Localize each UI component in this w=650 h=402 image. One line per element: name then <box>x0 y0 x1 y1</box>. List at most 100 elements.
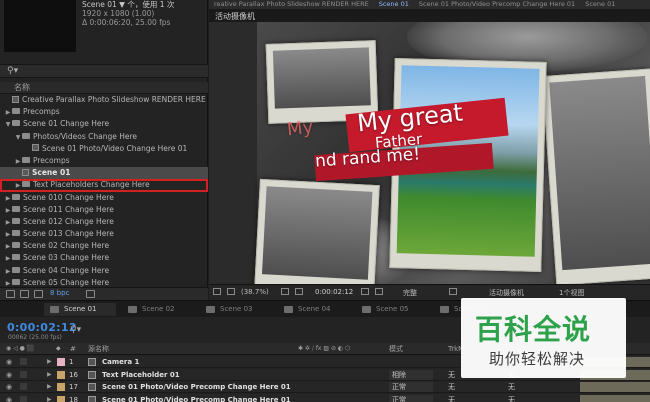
project-item[interactable]: ▶ Scene 02 Change Here <box>0 240 208 252</box>
grid-icon[interactable] <box>281 288 289 295</box>
timeline-tab[interactable]: Scene 04 <box>278 303 350 316</box>
resolution-menu[interactable]: 完整 <box>403 288 417 298</box>
project-item[interactable]: ▶ Scene 013 Change Here <box>0 228 208 240</box>
project-item-label: Scene 011 Change Here <box>23 204 114 214</box>
project-item[interactable]: ▶ Scene 04 Change Here <box>0 265 208 277</box>
layer-label-color[interactable] <box>57 383 65 391</box>
project-item[interactable]: ▶ Precomps <box>0 106 208 118</box>
timeline-search-icon[interactable]: ⚲▾ <box>70 325 81 335</box>
project-search-input[interactable]: ⚲▾ <box>0 64 208 78</box>
layer-label-color[interactable] <box>57 358 65 366</box>
project-item-label: Precomps <box>33 155 70 165</box>
lock-toggle[interactable] <box>20 383 27 390</box>
ghost-text: My <box>285 116 315 141</box>
project-item[interactable]: ▶ Scene 03 Change Here <box>0 252 208 264</box>
interpret-footage-icon[interactable] <box>6 290 15 298</box>
layer-name[interactable]: Scene 01 Photo/Video Precomp Change Here… <box>102 381 291 393</box>
new-folder-icon[interactable] <box>20 290 29 298</box>
project-item[interactable]: Creative Parallax Photo Slideshow RENDER… <box>0 94 208 106</box>
snapshot-icon[interactable] <box>361 288 369 295</box>
folder-icon <box>12 120 20 127</box>
track-matte-dropdown[interactable]: 无 <box>448 394 468 402</box>
lock-toggle[interactable] <box>20 370 27 378</box>
layer-label-color[interactable] <box>57 370 65 379</box>
trash-icon[interactable] <box>86 290 95 298</box>
layer-row[interactable]: ◉ ▶ 17 Scene 01 Photo/Video Precomp Change … <box>0 381 650 393</box>
view-layout-menu[interactable]: 1个视图 <box>559 288 584 298</box>
layer-expand-icon[interactable]: ▶ <box>47 381 52 393</box>
comp-frame[interactable]: My My great Father nd rand me! <box>254 22 650 284</box>
switches-icon: ✱ ✲ ⧸ fx ▨ ⊘ ◐ ⬡ <box>298 345 351 352</box>
visibility-eye-icon[interactable]: ◉ <box>6 356 12 368</box>
layer-number: 1 <box>69 358 74 366</box>
timeline-tab[interactable]: Scene 01 <box>44 303 116 316</box>
layer-name[interactable]: Text Placeholder 01 <box>102 369 180 381</box>
project-item[interactable]: ▶ Scene 010 Change Here <box>0 192 208 204</box>
new-comp-icon[interactable] <box>34 290 43 298</box>
project-item[interactable]: ▶ Scene 012 Change Here <box>0 216 208 228</box>
project-footer: 8 bpc <box>0 287 208 300</box>
project-item-label: Scene 02 Change Here <box>23 241 110 251</box>
fast-preview-icon[interactable] <box>449 288 457 295</box>
parent-dropdown[interactable]: 无 <box>508 394 515 402</box>
project-item-label: Scene 03 Change Here <box>23 253 110 263</box>
project-item[interactable]: ▶ Scene 011 Change Here <box>0 204 208 216</box>
track-matte-dropdown[interactable]: 无 <box>448 381 468 393</box>
layer-expand-icon[interactable]: ▶ <box>47 394 52 402</box>
column-number[interactable]: # <box>70 343 76 355</box>
visibility-eye-icon[interactable]: ◉ <box>6 394 12 402</box>
viewer-timecode[interactable]: 0:00:02:12 <box>315 288 353 296</box>
channel-icon[interactable] <box>375 288 383 295</box>
layer-row[interactable]: ◉ ▶ 18 Scene 01 Photo/Video Precomp Change … <box>0 393 650 402</box>
timeline-tab-label: Scene 05 <box>376 305 409 313</box>
lock-toggle[interactable] <box>20 358 27 365</box>
active-camera-label: 活动摄像机 <box>215 12 255 21</box>
zoom-menu[interactable]: (38.7%) <box>241 288 269 296</box>
region-icon[interactable] <box>295 288 303 295</box>
project-item[interactable]: Scene 01 Photo/Video Change Here 01 <box>0 143 208 155</box>
preview-icon[interactable] <box>213 288 221 295</box>
current-time[interactable]: 0:00:02:12 <box>7 321 77 334</box>
project-column-name[interactable]: 名称 <box>0 82 208 94</box>
column-mode[interactable]: 模式 <box>389 343 403 355</box>
folder-icon <box>12 217 20 224</box>
viewer-tab[interactable]: reative Parallax Photo Slideshow RENDER … <box>209 0 374 8</box>
project-item-label: Scene 012 Change Here <box>23 216 114 226</box>
project-item[interactable]: Scene 01 <box>0 167 208 180</box>
project-item[interactable]: ▼ Photos/Videos Change Here <box>0 131 208 143</box>
timeline-tab[interactable]: Scene 05 <box>356 303 428 316</box>
visibility-eye-icon[interactable]: ◉ <box>6 369 12 381</box>
viewer-tab[interactable]: Scene 01 <box>580 0 620 8</box>
layer-name[interactable]: Scene 01 Photo/Video Precomp Change Here… <box>102 394 291 402</box>
blend-mode-dropdown[interactable]: 正常 <box>389 394 433 402</box>
blend-mode-dropdown[interactable]: 相除 <box>389 369 433 380</box>
camera-menu[interactable]: 活动摄像机 <box>489 288 524 298</box>
bit-depth-button[interactable]: 8 bpc <box>50 289 69 297</box>
timeline-tab[interactable]: Scene 03 <box>200 303 272 316</box>
project-item[interactable]: ▶ Precomps <box>0 155 208 167</box>
safe-margins-icon[interactable] <box>227 288 235 295</box>
layer-duration-bar[interactable] <box>580 394 650 402</box>
blend-mode-dropdown[interactable]: 正常 <box>389 382 433 392</box>
project-item[interactable]: ▶ Text Placeholders Change Here <box>0 179 208 192</box>
visibility-eye-icon[interactable]: ◉ <box>6 381 12 393</box>
viewer-tab[interactable]: Scene 01 <box>374 0 414 8</box>
layer-label-color[interactable] <box>57 395 65 402</box>
composition-icon <box>50 306 59 313</box>
layer-expand-icon[interactable]: ▶ <box>47 369 52 381</box>
folder-icon <box>12 108 20 115</box>
lock-toggle[interactable] <box>20 395 27 402</box>
layer-type-icon <box>88 370 96 379</box>
layer-expand-icon[interactable]: ▶ <box>47 356 52 368</box>
layer-name[interactable]: Camera 1 <box>102 356 139 368</box>
timeline-tab[interactable]: Scene 02 <box>122 303 194 316</box>
project-item[interactable]: ▼ Scene 01 Change Here <box>0 118 208 130</box>
column-source-name[interactable]: 源名称 <box>88 343 109 355</box>
viewer-tab[interactable]: Scene 01 Photo/Video Precomp Change Here… <box>414 0 580 8</box>
composition-icon <box>440 306 449 313</box>
parent-dropdown[interactable]: 无 <box>508 381 515 393</box>
project-item-label: Creative Parallax Photo Slideshow RENDER… <box>22 95 206 104</box>
composition-canvas[interactable]: My My great Father nd rand me! <box>209 22 650 284</box>
label-column-icon: ◆ <box>56 345 61 352</box>
layer-duration-bar[interactable] <box>580 382 650 392</box>
